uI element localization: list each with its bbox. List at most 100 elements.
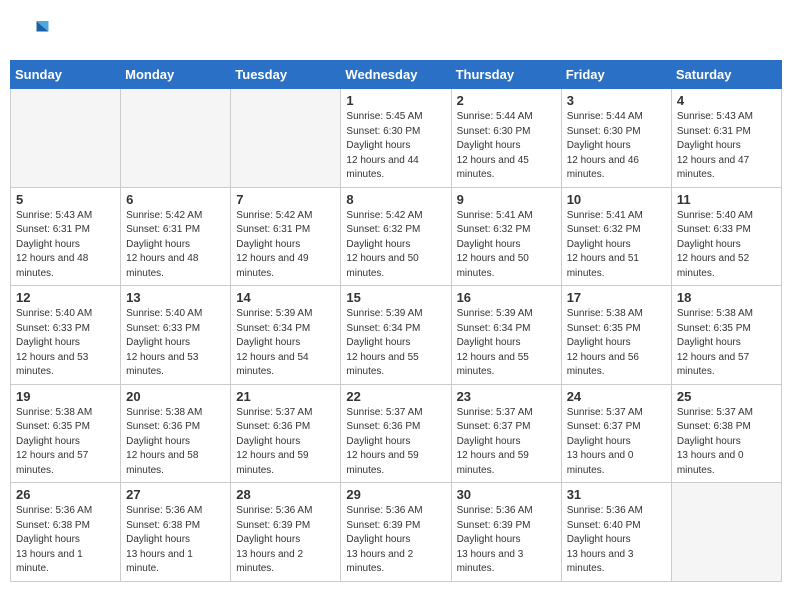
day-info: Sunrise: 5:45 AMSunset: 6:30 PMDaylight … — [346, 110, 445, 183]
day-info: Sunrise: 5:36 AMSunset: 6:39 PMDaylight … — [346, 504, 445, 577]
day-info: Sunrise: 5:36 AMSunset: 6:38 PMDaylight … — [16, 504, 115, 577]
day-number: 26 — [16, 487, 115, 502]
calendar-cell: 7 Sunrise: 5:42 AMSunset: 6:31 PMDaylight… — [231, 187, 341, 286]
calendar-cell: 22 Sunrise: 5:37 AMSunset: 6:36 PMDayligh… — [341, 384, 451, 483]
day-info: Sunrise: 5:38 AMSunset: 6:35 PMDaylight … — [677, 307, 776, 380]
day-number: 31 — [567, 487, 666, 502]
day-number: 1 — [346, 93, 445, 108]
day-number: 8 — [346, 192, 445, 207]
calendar-cell: 3 Sunrise: 5:44 AMSunset: 6:30 PMDaylight… — [561, 89, 671, 188]
day-info: Sunrise: 5:42 AMSunset: 6:32 PMDaylight … — [346, 209, 445, 282]
calendar-cell: 25Sunrise: 5:37 AMSunset: 6:38 PMDayligh… — [671, 384, 781, 483]
day-number: 3 — [567, 93, 666, 108]
column-header-saturday: Saturday — [671, 61, 781, 89]
logo — [20, 15, 54, 45]
day-info: Sunrise: 5:41 AMSunset: 6:32 PMDaylight … — [457, 209, 556, 282]
day-info: Sunrise: 5:38 AMSunset: 6:35 PMDaylight … — [567, 307, 666, 380]
day-info: Sunrise: 5:42 AMSunset: 6:31 PMDaylight … — [236, 209, 335, 282]
calendar-cell: 24 Sunrise: 5:37 AMSunset: 6:37 PMDayligh… — [561, 384, 671, 483]
calendar-cell: 28 Sunrise: 5:36 AMSunset: 6:39 PMDayligh… — [231, 483, 341, 582]
calendar-cell: 18 Sunrise: 5:38 AMSunset: 6:35 PMDayligh… — [671, 286, 781, 385]
week-row-5: 26 Sunrise: 5:36 AMSunset: 6:38 PMDayligh… — [11, 483, 782, 582]
week-row-1: 1 Sunrise: 5:45 AMSunset: 6:30 PMDaylight… — [11, 89, 782, 188]
day-number: 24 — [567, 389, 666, 404]
day-number: 6 — [126, 192, 225, 207]
calendar-cell: 6 Sunrise: 5:42 AMSunset: 6:31 PMDaylight… — [121, 187, 231, 286]
day-info: Sunrise: 5:37 AMSunset: 6:37 PMDaylight … — [567, 406, 666, 479]
calendar-cell — [671, 483, 781, 582]
calendar-cell: 19 Sunrise: 5:38 AMSunset: 6:35 PMDayligh… — [11, 384, 121, 483]
day-number: 22 — [346, 389, 445, 404]
day-info: Sunrise: 5:43 AMSunset: 6:31 PMDaylight … — [16, 209, 115, 282]
day-info: Sunrise: 5:36 AMSunset: 6:39 PMDaylight … — [457, 504, 556, 577]
week-row-4: 19 Sunrise: 5:38 AMSunset: 6:35 PMDayligh… — [11, 384, 782, 483]
day-number: 14 — [236, 290, 335, 305]
day-number: 20 — [126, 389, 225, 404]
calendar-cell: 30 Sunrise: 5:36 AMSunset: 6:39 PMDayligh… — [451, 483, 561, 582]
calendar-cell: 15 Sunrise: 5:39 AMSunset: 6:34 PMDayligh… — [341, 286, 451, 385]
day-number: 7 — [236, 192, 335, 207]
day-info: Sunrise: 5:40 AMSunset: 6:33 PMDaylight … — [126, 307, 225, 380]
day-info: Sunrise: 5:36 AMSunset: 6:39 PMDaylight … — [236, 504, 335, 577]
page-header — [10, 10, 782, 50]
calendar-cell: 20 Sunrise: 5:38 AMSunset: 6:36 PMDayligh… — [121, 384, 231, 483]
day-number: 10 — [567, 192, 666, 207]
day-number: 28 — [236, 487, 335, 502]
day-info: Sunrise: 5:36 AMSunset: 6:38 PMDaylight … — [126, 504, 225, 577]
day-number: 18 — [677, 290, 776, 305]
day-number: 16 — [457, 290, 556, 305]
day-number: 2 — [457, 93, 556, 108]
calendar-cell: 1 Sunrise: 5:45 AMSunset: 6:30 PMDaylight… — [341, 89, 451, 188]
calendar-cell — [231, 89, 341, 188]
calendar-cell: 14Sunrise: 5:39 AMSunset: 6:34 PMDayligh… — [231, 286, 341, 385]
calendar-cell: 13 Sunrise: 5:40 AMSunset: 6:33 PMDayligh… — [121, 286, 231, 385]
calendar-header-row: SundayMondayTuesdayWednesdayThursdayFrid… — [11, 61, 782, 89]
day-info: Sunrise: 5:43 AMSunset: 6:31 PMDaylight … — [677, 110, 776, 183]
column-header-monday: Monday — [121, 61, 231, 89]
day-info: Sunrise: 5:37 AMSunset: 6:38 PMDaylight … — [677, 406, 776, 479]
day-info: Sunrise: 5:37 AMSunset: 6:36 PMDaylight … — [236, 406, 335, 479]
calendar-cell: 16 Sunrise: 5:39 AMSunset: 6:34 PMDayligh… — [451, 286, 561, 385]
day-number: 27 — [126, 487, 225, 502]
calendar-cell: 26 Sunrise: 5:36 AMSunset: 6:38 PMDayligh… — [11, 483, 121, 582]
day-info: Sunrise: 5:40 AMSunset: 6:33 PMDaylight … — [16, 307, 115, 380]
day-number: 30 — [457, 487, 556, 502]
calendar-cell: 9 Sunrise: 5:41 AMSunset: 6:32 PMDaylight… — [451, 187, 561, 286]
day-info: Sunrise: 5:44 AMSunset: 6:30 PMDaylight … — [457, 110, 556, 183]
day-info: Sunrise: 5:38 AMSunset: 6:36 PMDaylight … — [126, 406, 225, 479]
column-header-wednesday: Wednesday — [341, 61, 451, 89]
calendar-cell: 29 Sunrise: 5:36 AMSunset: 6:39 PMDayligh… — [341, 483, 451, 582]
day-number: 15 — [346, 290, 445, 305]
day-number: 4 — [677, 93, 776, 108]
day-number: 9 — [457, 192, 556, 207]
day-number: 12 — [16, 290, 115, 305]
calendar-cell: 10 Sunrise: 5:41 AMSunset: 6:32 PMDayligh… — [561, 187, 671, 286]
calendar-cell — [121, 89, 231, 188]
week-row-3: 12 Sunrise: 5:40 AMSunset: 6:33 PMDayligh… — [11, 286, 782, 385]
day-number: 11 — [677, 192, 776, 207]
day-info: Sunrise: 5:37 AMSunset: 6:37 PMDaylight … — [457, 406, 556, 479]
day-info: Sunrise: 5:39 AMSunset: 6:34 PMDaylight … — [346, 307, 445, 380]
calendar-cell: 2 Sunrise: 5:44 AMSunset: 6:30 PMDaylight… — [451, 89, 561, 188]
calendar-cell: 8 Sunrise: 5:42 AMSunset: 6:32 PMDaylight… — [341, 187, 451, 286]
day-number: 19 — [16, 389, 115, 404]
day-info: Sunrise: 5:44 AMSunset: 6:30 PMDaylight … — [567, 110, 666, 183]
calendar-cell: 12 Sunrise: 5:40 AMSunset: 6:33 PMDayligh… — [11, 286, 121, 385]
day-info: Sunrise: 5:37 AMSunset: 6:36 PMDaylight … — [346, 406, 445, 479]
column-header-sunday: Sunday — [11, 61, 121, 89]
calendar-cell: 4 Sunrise: 5:43 AMSunset: 6:31 PMDaylight… — [671, 89, 781, 188]
day-number: 29 — [346, 487, 445, 502]
day-info: Sunrise: 5:41 AMSunset: 6:32 PMDaylight … — [567, 209, 666, 282]
day-info: Sunrise: 5:39 AMSunset: 6:34 PMDaylight … — [457, 307, 556, 380]
calendar-cell: 31Sunrise: 5:36 AMSunset: 6:40 PMDayligh… — [561, 483, 671, 582]
day-number: 21 — [236, 389, 335, 404]
logo-icon — [20, 15, 50, 45]
week-row-2: 5Sunrise: 5:43 AMSunset: 6:31 PMDaylight… — [11, 187, 782, 286]
day-info: Sunrise: 5:40 AMSunset: 6:33 PMDaylight … — [677, 209, 776, 282]
column-header-thursday: Thursday — [451, 61, 561, 89]
day-info: Sunrise: 5:38 AMSunset: 6:35 PMDaylight … — [16, 406, 115, 479]
calendar-cell: 11 Sunrise: 5:40 AMSunset: 6:33 PMDayligh… — [671, 187, 781, 286]
calendar-cell: 5Sunrise: 5:43 AMSunset: 6:31 PMDaylight… — [11, 187, 121, 286]
day-number: 13 — [126, 290, 225, 305]
day-info: Sunrise: 5:42 AMSunset: 6:31 PMDaylight … — [126, 209, 225, 282]
